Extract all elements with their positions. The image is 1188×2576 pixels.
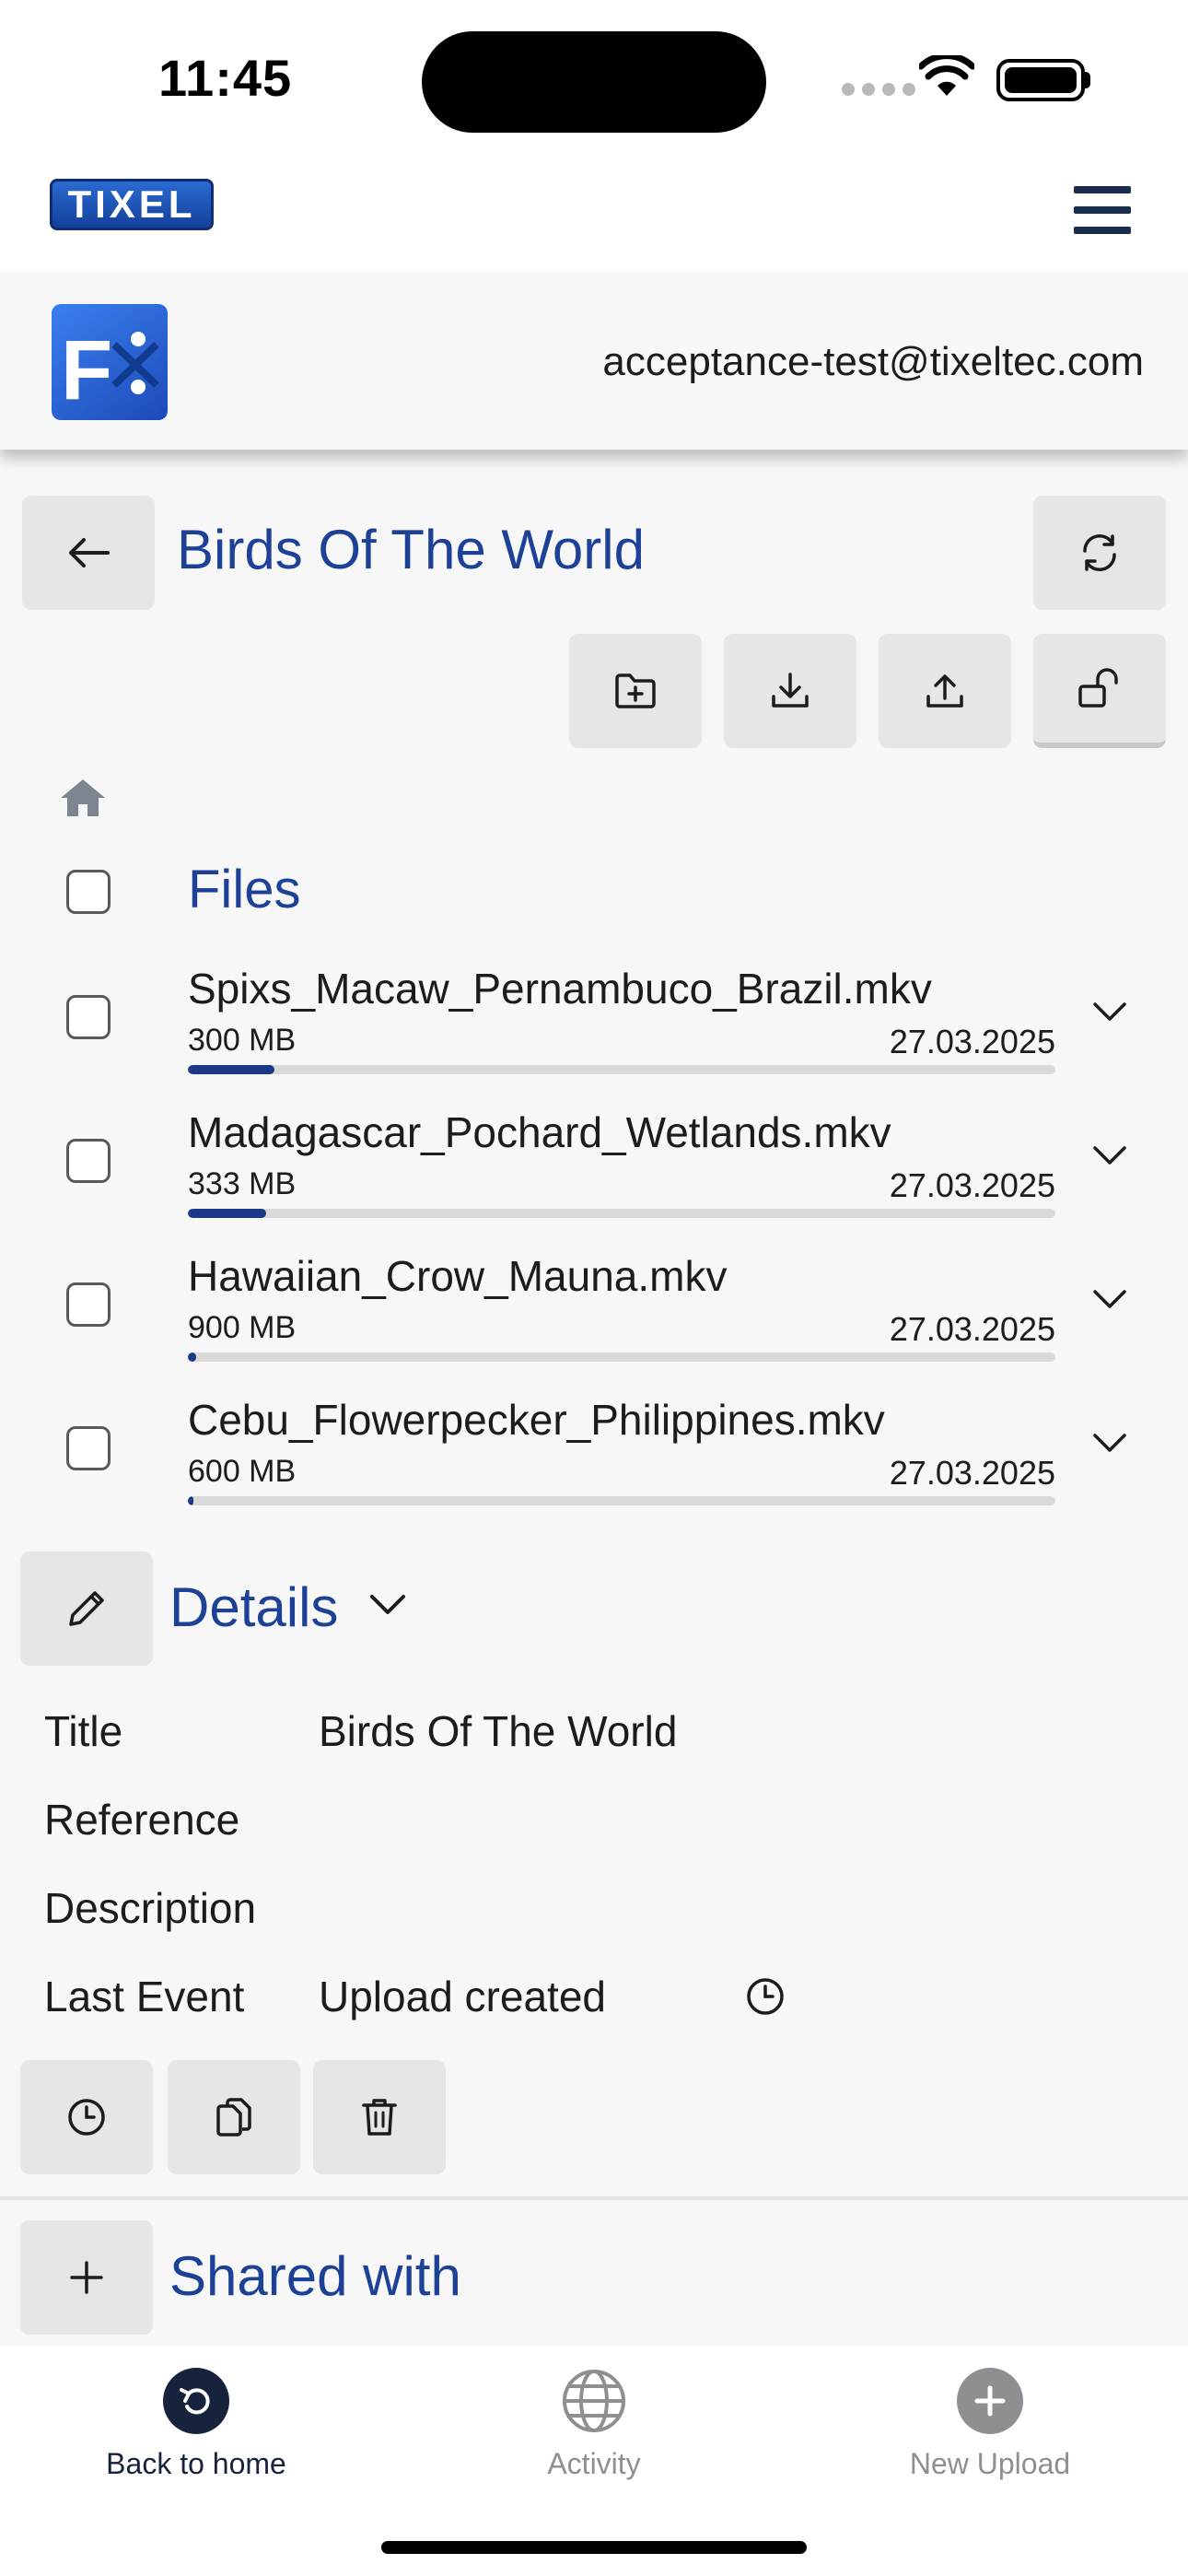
battery-icon: [996, 59, 1085, 101]
detail-label-title: Title: [44, 1707, 123, 1755]
trash-icon: [362, 2099, 397, 2136]
detail-label-description: Description: [44, 1884, 257, 1932]
file-size: 300 MB: [188, 1023, 297, 1058]
home-icon[interactable]: [59, 776, 107, 820]
tab-new-upload[interactable]: New Upload: [838, 2368, 1142, 2481]
edit-details-button[interactable]: [20, 1551, 153, 1666]
app-bar: TIXEL: [0, 157, 1188, 273]
section-divider: [0, 2196, 1188, 2200]
chevron-down-icon[interactable]: [1092, 1432, 1127, 1454]
select-all-checkbox[interactable]: [66, 870, 111, 914]
menu-button[interactable]: [1074, 186, 1131, 234]
detail-label-last-event: Last Event: [44, 1973, 245, 2020]
tab-label: New Upload: [909, 2447, 1071, 2480]
pencil-icon: [69, 1591, 104, 1626]
file-size: 600 MB: [188, 1454, 297, 1489]
home-indicator: [381, 2541, 807, 2554]
globe-icon: [561, 2368, 627, 2434]
clock-icon[interactable]: [746, 1977, 785, 2016]
tab-back-to-home[interactable]: Back to home: [44, 2368, 348, 2481]
back-button[interactable]: [22, 496, 155, 610]
chevron-down-icon[interactable]: [1092, 1001, 1127, 1023]
user-email: acceptance-test@tixeltec.com: [602, 339, 1144, 384]
folder-plus-icon: [615, 673, 656, 708]
chevron-down-icon[interactable]: [368, 1592, 407, 1618]
file-progress-fill: [188, 1496, 193, 1505]
download-button[interactable]: [724, 634, 856, 748]
add-share-button[interactable]: [20, 2220, 153, 2335]
plus-icon: [70, 2261, 103, 2294]
arrow-left-icon: [69, 538, 110, 568]
new-folder-button[interactable]: [569, 634, 702, 748]
file-name: Spixs_Macaw_Pernambuco_Brazil.mkv: [188, 965, 932, 1013]
file-size: 900 MB: [188, 1310, 297, 1345]
filexchange-logo: F: [52, 304, 168, 420]
user-bar: F acceptance-test@tixeltec.com: [0, 273, 1188, 450]
file-date: 27.03.2025: [889, 1310, 1055, 1348]
file-date: 27.03.2025: [889, 1023, 1055, 1060]
detail-label-reference: Reference: [44, 1796, 240, 1844]
dynamic-island: [422, 31, 766, 133]
file-progress-bar: [188, 1496, 1055, 1505]
wifi-icon: [919, 55, 974, 96]
shared-with-title: Shared with: [169, 2245, 461, 2307]
detail-value-title: Birds Of The World: [319, 1707, 678, 1755]
tixel-logo[interactable]: TIXEL: [50, 179, 214, 230]
file-row[interactable]: Cebu_Flowerpecker_Philippines.mkv 600 MB…: [0, 1395, 1188, 1533]
file-progress-bar: [188, 1209, 1055, 1218]
files-title: Files: [188, 860, 301, 919]
file-progress-bar: [188, 1352, 1055, 1362]
delete-button[interactable]: [313, 2060, 446, 2174]
plus-circle-icon: [957, 2368, 1023, 2434]
file-progress-fill: [188, 1065, 275, 1074]
clock-icon: [68, 2099, 105, 2136]
copy-button[interactable]: [168, 2060, 300, 2174]
download-icon: [772, 673, 809, 708]
file-progress-fill: [188, 1352, 197, 1362]
file-size: 333 MB: [188, 1166, 297, 1201]
back-arrow-icon: [163, 2368, 229, 2434]
file-name: Hawaiian_Crow_Mauna.mkv: [188, 1252, 728, 1300]
refresh-icon: [1083, 534, 1116, 571]
copy-icon: [216, 2098, 251, 2137]
unlock-icon: [1078, 668, 1118, 708]
detail-value-last-event: Upload created: [319, 1973, 606, 2020]
file-date: 27.03.2025: [889, 1166, 1055, 1204]
file-row[interactable]: Spixs_Macaw_Pernambuco_Brazil.mkv 300 MB…: [0, 964, 1188, 1102]
status-bar: 11:45: [0, 0, 1188, 157]
refresh-button[interactable]: [1033, 496, 1166, 610]
page-title: Birds Of The World: [177, 519, 645, 580]
file-date: 27.03.2025: [889, 1454, 1055, 1492]
tab-activity[interactable]: Activity: [442, 2368, 746, 2481]
upload-button[interactable]: [879, 634, 1011, 748]
history-button[interactable]: [20, 2060, 153, 2174]
chevron-down-icon[interactable]: [1092, 1144, 1127, 1166]
lock-toggle-button[interactable]: [1033, 634, 1166, 748]
upload-icon: [926, 674, 963, 708]
tab-label: Activity: [547, 2447, 641, 2480]
file-progress-fill: [188, 1209, 266, 1218]
tab-label: Back to home: [106, 2447, 286, 2480]
file-progress-bar: [188, 1065, 1055, 1074]
chevron-down-icon[interactable]: [1092, 1288, 1127, 1310]
file-row[interactable]: Madagascar_Pochard_Wetlands.mkv 333 MB 2…: [0, 1107, 1188, 1246]
file-row[interactable]: Hawaiian_Crow_Mauna.mkv 900 MB 27.03.202…: [0, 1251, 1188, 1389]
details-title: Details: [169, 1576, 339, 1638]
file-name: Madagascar_Pochard_Wetlands.mkv: [188, 1108, 891, 1156]
status-time: 11:45: [158, 49, 293, 107]
cellular-signal-icon: [842, 83, 915, 96]
file-name: Cebu_Flowerpecker_Philippines.mkv: [188, 1396, 885, 1444]
